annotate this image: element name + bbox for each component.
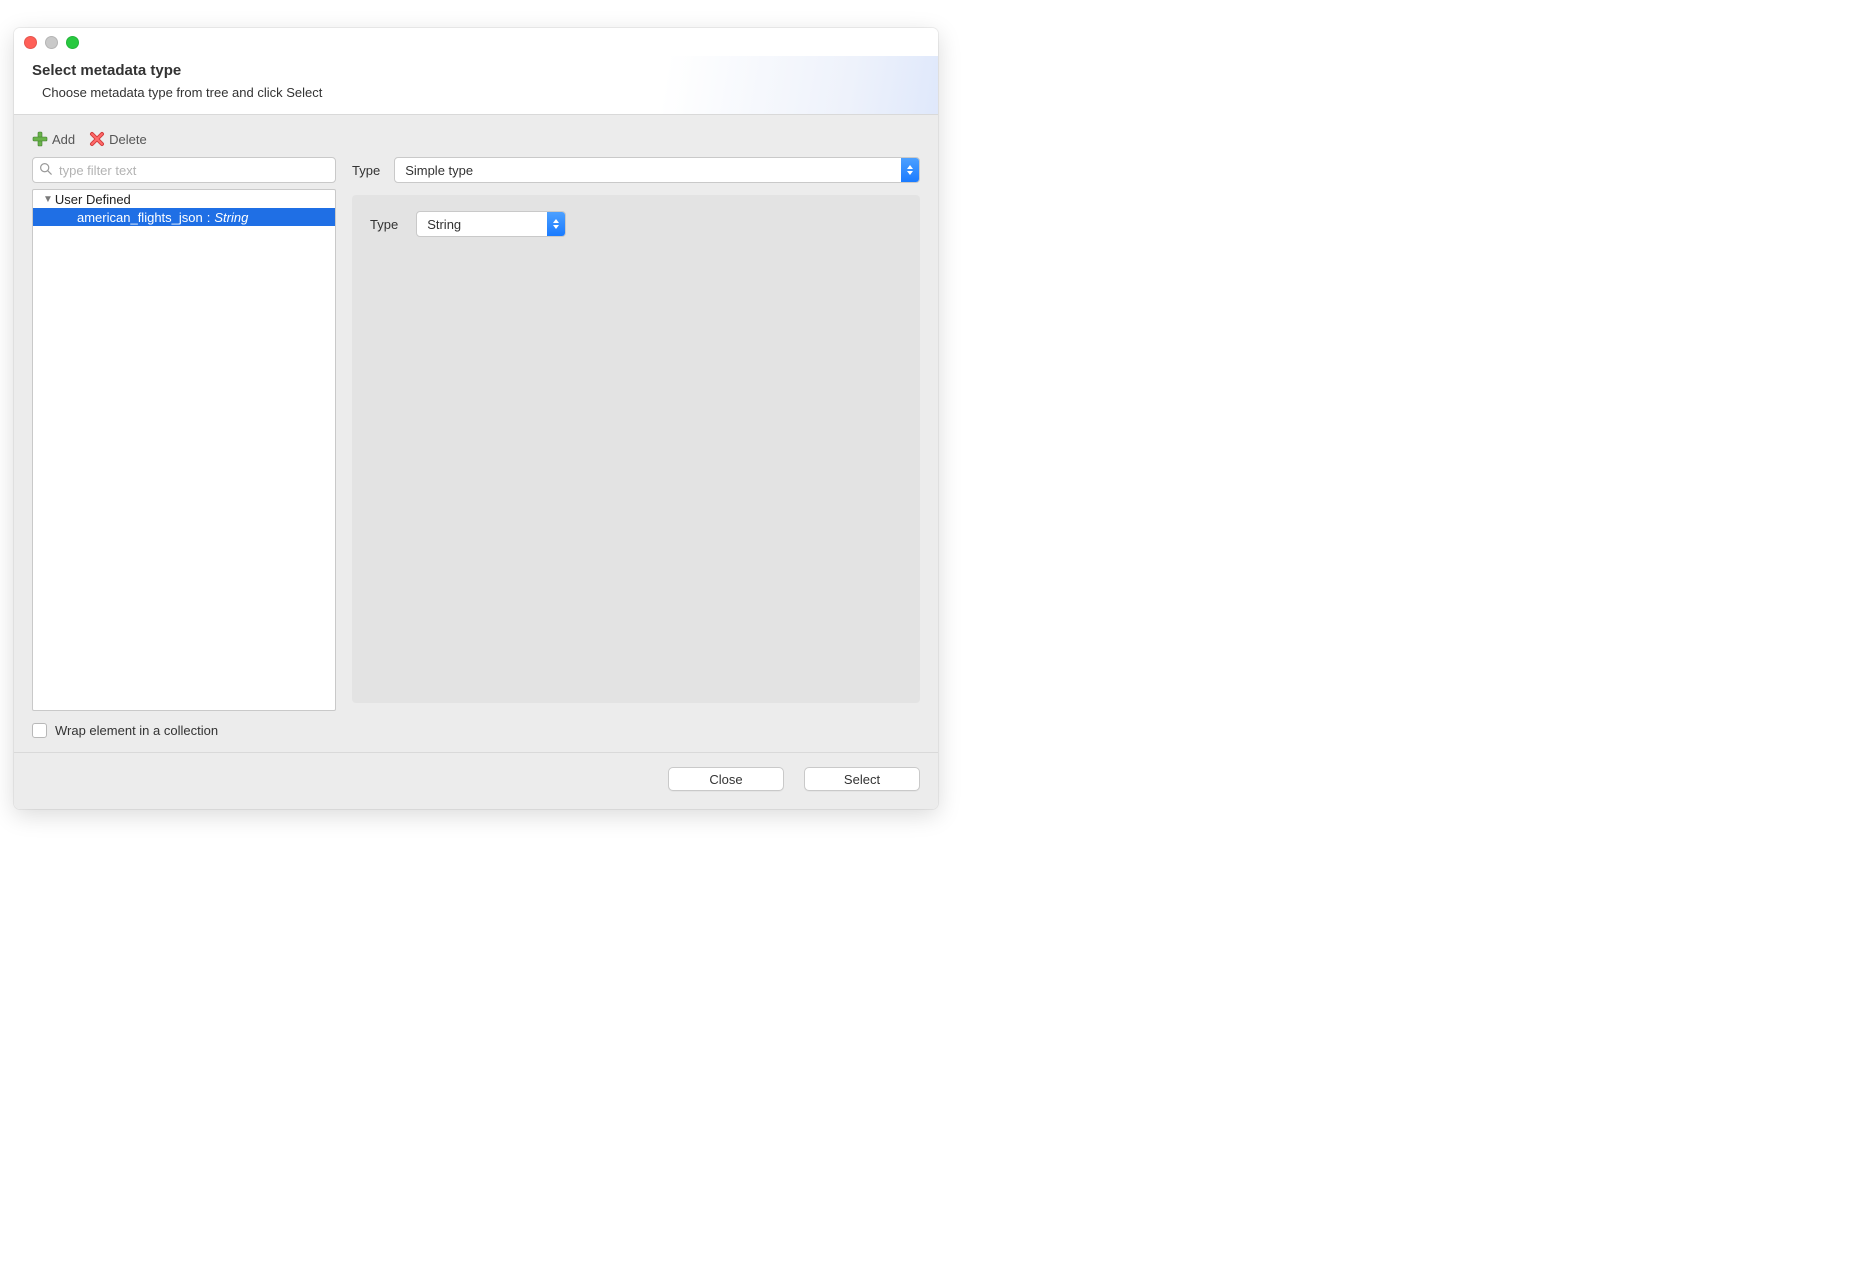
window-zoom-button[interactable] bbox=[66, 36, 79, 49]
dialog-title: Select metadata type bbox=[32, 62, 920, 79]
metadata-tree[interactable]: ▼ User Defined american_flights_json : S… bbox=[32, 189, 336, 711]
detail-panel: Type String bbox=[352, 195, 920, 703]
dialog-footer: Close Select bbox=[14, 752, 938, 809]
filter-input[interactable] bbox=[32, 157, 336, 183]
titlebar bbox=[14, 28, 938, 56]
tree-item-name: american_flights_json bbox=[77, 210, 203, 225]
detail-type-value: String bbox=[427, 217, 461, 232]
detail-type-selector[interactable]: String bbox=[416, 211, 566, 237]
detail-type-label: Type bbox=[370, 217, 398, 232]
search-field-wrap bbox=[32, 157, 336, 183]
window-close-button[interactable] bbox=[24, 36, 37, 49]
chevron-updown-icon bbox=[547, 212, 565, 236]
dialog-body: Add Delete bbox=[14, 115, 938, 752]
dialog-header: Select metadata type Choose metadata typ… bbox=[14, 56, 938, 115]
wrap-checkbox[interactable] bbox=[32, 723, 47, 738]
type-selector[interactable]: Simple type bbox=[394, 157, 920, 183]
right-column: Type Simple type Type String bbox=[352, 157, 920, 703]
window-minimize-button[interactable] bbox=[45, 36, 58, 49]
close-button[interactable]: Close bbox=[668, 767, 784, 791]
type-selector-row: Type Simple type bbox=[352, 157, 920, 183]
dialog-subtitle: Choose metadata type from tree and click… bbox=[42, 85, 920, 100]
plus-icon bbox=[32, 131, 48, 147]
tree-group-user-defined[interactable]: ▼ User Defined bbox=[33, 190, 335, 208]
tree-item[interactable]: american_flights_json : String bbox=[33, 208, 335, 226]
tree-group-label: User Defined bbox=[55, 192, 131, 207]
select-button[interactable]: Select bbox=[804, 767, 920, 791]
wrap-checkbox-label: Wrap element in a collection bbox=[55, 723, 218, 738]
delete-button-label: Delete bbox=[109, 132, 147, 147]
tree-item-type: String bbox=[214, 210, 248, 225]
x-icon bbox=[89, 131, 105, 147]
detail-type-row: Type String bbox=[370, 211, 902, 237]
disclosure-triangle-icon: ▼ bbox=[43, 194, 53, 205]
delete-button[interactable]: Delete bbox=[89, 131, 147, 147]
add-button-label: Add bbox=[52, 132, 75, 147]
left-column: ▼ User Defined american_flights_json : S… bbox=[32, 157, 336, 711]
add-button[interactable]: Add bbox=[32, 131, 75, 147]
toolbar: Add Delete bbox=[32, 131, 920, 147]
chevron-updown-icon bbox=[901, 158, 919, 182]
search-icon bbox=[39, 162, 52, 178]
dialog-window: Select metadata type Choose metadata typ… bbox=[14, 28, 938, 809]
type-selector-value: Simple type bbox=[405, 163, 473, 178]
tree-item-separator: : bbox=[207, 210, 211, 225]
wrap-checkbox-row: Wrap element in a collection bbox=[32, 723, 920, 738]
type-selector-label: Type bbox=[352, 163, 380, 178]
